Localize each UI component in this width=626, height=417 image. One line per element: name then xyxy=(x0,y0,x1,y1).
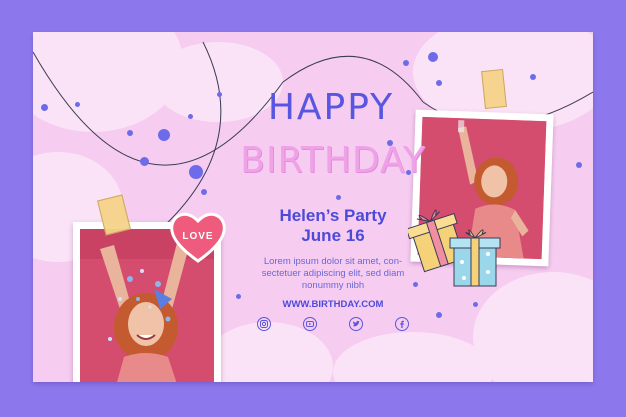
social-icons xyxy=(257,317,409,333)
confetti-dot xyxy=(188,114,193,119)
title-birthday: BIRTHDAY xyxy=(240,140,426,181)
description-text: Lorem ipsum dolor sit amet, con- sectetu… xyxy=(238,256,428,292)
confetti-dot xyxy=(201,189,207,195)
confetti-dot xyxy=(236,294,241,299)
confetti-dot xyxy=(403,60,409,66)
event-date: June 16 xyxy=(301,226,365,245)
confetti-dot xyxy=(158,129,170,141)
instagram-icon[interactable] xyxy=(257,317,271,331)
title-happy: HAPPY xyxy=(267,87,395,128)
confetti-dot xyxy=(189,165,203,179)
twitter-icon[interactable] xyxy=(349,317,363,331)
confetti-dot xyxy=(436,312,442,318)
tape-right xyxy=(481,68,507,110)
confetti-dot xyxy=(75,102,80,107)
confetti-dot xyxy=(140,157,149,166)
description-line: sectetuer adipiscing elit, sed diam xyxy=(261,268,405,279)
confetti-dot xyxy=(41,104,48,111)
birthday-card: LOVE HAPPY BIRTHDAY Helen’s Party June 1… xyxy=(33,32,593,382)
description-line: Lorem ipsum dolor sit amet, con- xyxy=(263,256,403,267)
description-line: nonummy nibh xyxy=(301,280,365,291)
youtube-icon[interactable] xyxy=(303,317,317,331)
confetti-dot xyxy=(576,162,582,168)
confetti-dot xyxy=(436,80,442,86)
confetti-dot xyxy=(473,302,478,307)
event-name: Helen’s Party xyxy=(279,206,387,225)
confetti-dot xyxy=(530,74,536,80)
confetti-dot xyxy=(217,92,222,97)
confetti-dot xyxy=(336,195,341,200)
heart-label: LOVE xyxy=(182,231,214,242)
confetti-dot xyxy=(127,130,133,136)
facebook-icon[interactable] xyxy=(395,317,409,331)
confetti-dot xyxy=(428,52,438,62)
website-link[interactable]: WWW.BIRTHDAY.COM xyxy=(248,299,418,310)
